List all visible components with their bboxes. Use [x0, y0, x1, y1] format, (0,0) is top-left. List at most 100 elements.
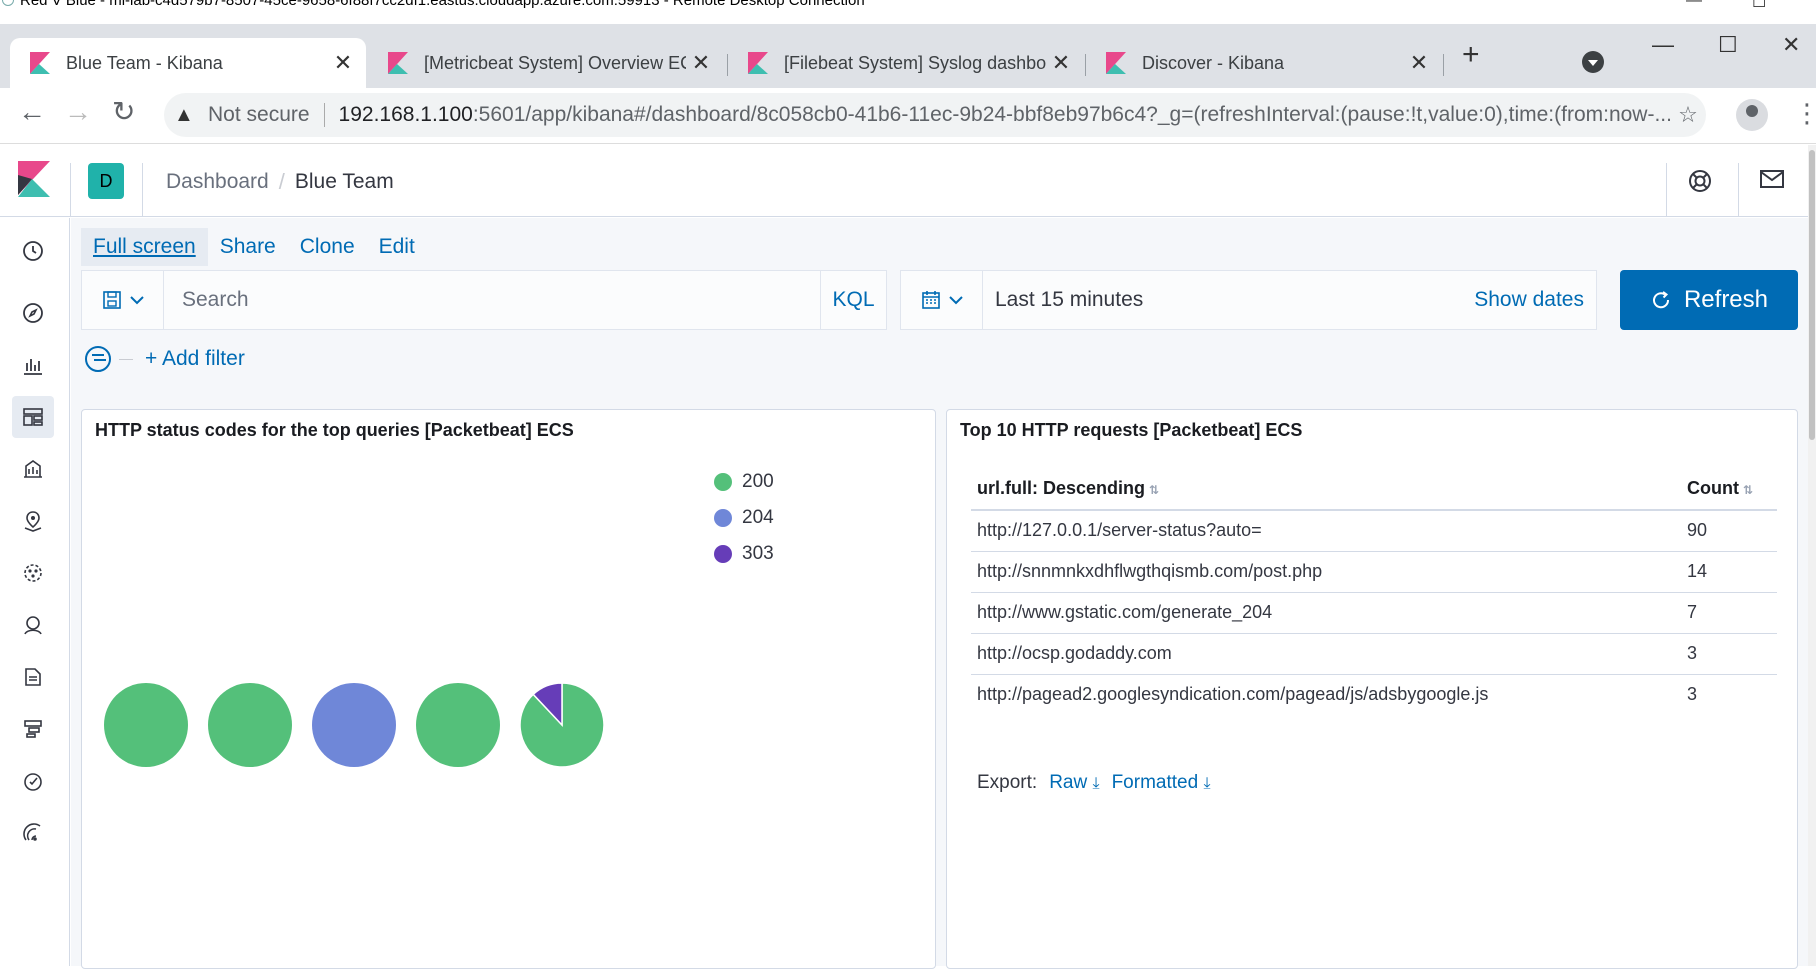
cell-count: 14 — [1681, 551, 1777, 593]
forward-icon[interactable]: → — [64, 98, 92, 126]
window-close-icon[interactable]: ✕ — [1782, 32, 1800, 58]
refresh-button[interactable]: Refresh — [1620, 270, 1798, 330]
share-link[interactable]: Share — [208, 228, 288, 266]
newsfeed-mail-icon[interactable] — [1760, 169, 1784, 195]
visualize-icon[interactable] — [12, 344, 54, 386]
url-host: 192.168.1.100 — [338, 103, 473, 126]
window-minimize-icon[interactable]: — — [1652, 32, 1674, 58]
security-status[interactable]: Not secure — [208, 103, 310, 127]
cell-url[interactable]: http://pagead2.googlesyndication.com/pag… — [971, 674, 1681, 715]
cell-url[interactable]: http://snnmnkxdhflwgthqismb.com/post.php — [971, 551, 1681, 593]
time-picker: Last 15 minutes Show dates — [900, 270, 1597, 330]
cell-count: 3 — [1681, 633, 1777, 675]
page-scrollbar[interactable] — [1808, 145, 1816, 966]
legend-dot — [714, 509, 732, 527]
pie-slice-200[interactable] — [208, 683, 292, 767]
kibana-logo-icon[interactable] — [18, 161, 50, 197]
discover-icon[interactable] — [12, 292, 54, 334]
download-icon: ⤓ — [1092, 775, 1100, 792]
time-range-label[interactable]: Last 15 minutes — [983, 288, 1474, 312]
pie-slice-204[interactable] — [312, 683, 396, 767]
kibana-favicon-icon — [748, 52, 768, 74]
close-tab-icon[interactable]: ✕ — [1404, 50, 1434, 76]
canvas-icon[interactable] — [12, 448, 54, 490]
legend-dot — [714, 545, 732, 563]
cell-url[interactable]: http://ocsp.godaddy.com — [971, 633, 1681, 675]
scrollbar-thumb[interactable] — [1809, 150, 1815, 440]
apm-icon[interactable] — [12, 708, 54, 750]
sort-icon[interactable]: ⇅ — [1149, 483, 1159, 497]
breadcrumb-dashboard[interactable]: Dashboard — [166, 170, 269, 194]
browser-tab-strip: Blue Team - Kibana ✕ [Metricbeat System]… — [0, 24, 1816, 88]
close-tab-icon[interactable]: ✕ — [1046, 50, 1076, 76]
bookmark-star-icon[interactable]: ☆ — [1670, 102, 1706, 128]
close-tab-icon[interactable]: ✕ — [686, 50, 716, 76]
window-maximize-icon[interactable]: ☐ — [1718, 32, 1738, 58]
add-filter-button[interactable]: + Add filter — [145, 347, 245, 371]
omnibox-divider — [323, 103, 325, 127]
dashboard-icon[interactable] — [12, 396, 54, 438]
legend-item-204[interactable]: 204 — [714, 500, 774, 536]
search-input[interactable] — [164, 271, 820, 329]
browser-tab-metricbeat[interactable]: [Metricbeat System] Overview EC ✕ — [368, 38, 724, 88]
metrics-icon[interactable] — [12, 604, 54, 646]
help-icon[interactable] — [1688, 169, 1712, 199]
tab-title: [Filebeat System] Syslog dashboa — [784, 52, 1046, 73]
export-formatted-link[interactable]: Formatted ⤓ — [1112, 772, 1211, 794]
recent-icon[interactable] — [12, 230, 54, 272]
url-text[interactable]: 192.168.1.100:5601/app/kibana#/dashboard… — [339, 103, 1670, 127]
refresh-label: Refresh — [1683, 286, 1769, 313]
cell-count: 90 — [1681, 510, 1777, 552]
cell-url[interactable]: http://www.gstatic.com/generate_204 — [971, 592, 1681, 634]
kql-language-button[interactable]: KQL — [820, 271, 886, 329]
address-bar[interactable]: ▲ Not secure 192.168.1.100:5601/app/kiba… — [164, 93, 1706, 137]
kibana-side-nav — [0, 218, 70, 966]
cell-url[interactable]: http://127.0.0.1/server-status?auto= — [971, 510, 1681, 552]
show-dates-link[interactable]: Show dates — [1474, 288, 1584, 312]
table-row: http://snnmnkxdhflwgthqismb.com/post.php… — [971, 551, 1777, 593]
table-row: http://pagead2.googlesyndication.com/pag… — [971, 674, 1777, 715]
new-tab-icon[interactable]: + — [1462, 40, 1480, 70]
profile-avatar-icon[interactable] — [1736, 99, 1768, 131]
kibana-header: D Dashboard / Blue Team — [0, 145, 1808, 217]
column-header-url[interactable]: url.full: Descending ⇅ — [971, 468, 1681, 511]
clone-link[interactable]: Clone — [288, 228, 367, 266]
reload-icon[interactable]: ↻ — [112, 98, 135, 126]
browser-menu-icon[interactable]: ⋮ — [1794, 100, 1816, 126]
rdp-maximize-icon[interactable]: ☐ — [1752, 0, 1766, 12]
pie-slice-200[interactable] — [416, 683, 500, 767]
legend-dot — [714, 473, 732, 491]
edit-link[interactable]: Edit — [367, 228, 427, 266]
uptime-icon[interactable] — [12, 760, 54, 802]
export-label: Export: — [977, 772, 1038, 793]
breadcrumb-current: Blue Team — [294, 170, 394, 193]
close-tab-icon[interactable]: ✕ — [328, 50, 358, 76]
browser-tab-filebeat[interactable]: [Filebeat System] Syslog dashboa ✕ — [728, 38, 1084, 88]
quick-select-button[interactable] — [901, 271, 983, 329]
space-avatar[interactable]: D — [88, 163, 124, 199]
logs-icon[interactable] — [12, 656, 54, 698]
sort-icon[interactable]: ⇅ — [1743, 483, 1753, 497]
maps-icon[interactable] — [12, 500, 54, 542]
filter-options-icon[interactable] — [85, 346, 111, 372]
column-header-count[interactable]: Count ⇅ — [1681, 468, 1777, 511]
tab-search-icon[interactable] — [1582, 51, 1604, 73]
legend-item-200[interactable]: 200 — [714, 464, 774, 500]
export-raw-link[interactable]: Raw ⤓ — [1049, 772, 1099, 794]
calendar-icon — [921, 291, 940, 309]
back-icon[interactable]: ← — [18, 98, 46, 126]
ml-icon[interactable] — [12, 552, 54, 594]
pie-slice-200[interactable] — [104, 683, 188, 767]
url-path: :5601/app/kibana#/dashboard/8c058cb0-41b… — [472, 103, 1670, 126]
siem-icon[interactable] — [12, 812, 54, 854]
full-screen-link[interactable]: Full screen — [81, 228, 208, 266]
chart-legend: 200 204 303 — [714, 464, 774, 572]
rdp-title-bar: Red V Blue - ml-lab-c4d579b7-8507-45ce-9… — [0, 0, 1816, 24]
browser-tab-blue-team[interactable]: Blue Team - Kibana ✕ — [10, 38, 366, 88]
rdp-minimize-icon[interactable]: — — [1686, 0, 1702, 10]
saved-query-button[interactable] — [82, 271, 164, 329]
save-icon — [102, 291, 121, 309]
browser-tab-discover[interactable]: Discover - Kibana ✕ — [1086, 38, 1442, 88]
legend-item-303[interactable]: 303 — [714, 536, 774, 572]
panel-title: Top 10 HTTP requests [Packetbeat] ECS — [960, 420, 1303, 440]
